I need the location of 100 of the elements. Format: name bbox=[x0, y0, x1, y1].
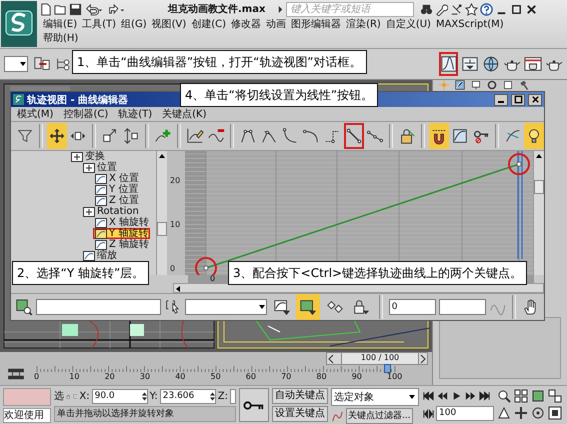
close-icon[interactable] bbox=[525, 2, 538, 16]
toolbar-button[interactable] bbox=[344, 123, 364, 150]
tree-item[interactable]: X 位置 bbox=[93, 173, 142, 184]
redo-icon[interactable] bbox=[106, 2, 126, 16]
tree-item[interactable]: 位置 bbox=[81, 162, 119, 174]
tree-item[interactable]: Y 轴旋转 bbox=[93, 228, 150, 240]
tree-item[interactable]: X 轴旋转 bbox=[93, 217, 152, 228]
satellite-icon[interactable] bbox=[450, 2, 464, 16]
close-button[interactable] bbox=[528, 94, 542, 106]
tree-item[interactable]: Y 位置 bbox=[93, 184, 140, 196]
menu-item[interactable]: 工具(T) bbox=[82, 18, 116, 32]
menu-item[interactable]: 编辑(E) bbox=[43, 18, 78, 32]
key-mode-dropdown[interactable]: 选定对象 bbox=[331, 388, 419, 406]
selection-filter-dropdown[interactable] bbox=[4, 56, 28, 72]
spinner-icon[interactable] bbox=[210, 390, 215, 402]
tree-item[interactable]: Rotation bbox=[81, 206, 141, 218]
menu-item[interactable]: 组(G) bbox=[121, 18, 147, 32]
lock-label: 选 bbox=[54, 390, 64, 403]
go-to-start-icon[interactable] bbox=[422, 390, 435, 400]
tree-item[interactable]: Z 轴旋转 bbox=[93, 239, 152, 250]
key-filters-button[interactable]: 关键点过滤器... bbox=[346, 408, 413, 424]
current-frame-field[interactable]: 100 bbox=[436, 406, 494, 421]
pan-icon[interactable] bbox=[514, 406, 528, 420]
toolbar-button[interactable] bbox=[439, 52, 458, 76]
maximize-viewport-icon[interactable] bbox=[548, 406, 562, 420]
toolbar-button[interactable] bbox=[428, 123, 449, 150]
selection-set-dropdown[interactable] bbox=[184, 299, 267, 315]
menu-item[interactable]: 图形编辑器 bbox=[291, 18, 342, 32]
menu-item[interactable]: 模式(M) bbox=[17, 107, 54, 122]
menu-item[interactable]: 自定义(U) bbox=[386, 18, 431, 32]
tangent-icon[interactable] bbox=[331, 410, 344, 422]
set-key-button[interactable] bbox=[239, 388, 269, 422]
app-logo-icon[interactable] bbox=[1, 1, 37, 47]
field-of-view-icon[interactable] bbox=[497, 406, 511, 420]
auto-key-button[interactable]: 自动关键点 bbox=[272, 388, 328, 404]
frame-field[interactable]: 0 bbox=[388, 299, 436, 315]
zoom-icon[interactable] bbox=[497, 389, 511, 403]
menu-item[interactable]: MAXScript(M) bbox=[436, 18, 504, 32]
key-point[interactable] bbox=[516, 162, 522, 167]
graph-scrollbar[interactable] bbox=[533, 151, 544, 276]
menu-item[interactable]: 动画 bbox=[266, 18, 286, 32]
color-swatch[interactable] bbox=[3, 388, 51, 406]
menu-item[interactable]: 关键点(K) bbox=[162, 107, 207, 122]
save-icon[interactable] bbox=[69, 2, 82, 16]
maximize-button[interactable] bbox=[511, 94, 525, 106]
key-mode-icon[interactable] bbox=[422, 408, 435, 418]
key-point[interactable] bbox=[204, 266, 208, 271]
hammer-icon[interactable] bbox=[519, 80, 529, 90]
search-field[interactable]: 键入关键字或短语 bbox=[286, 2, 414, 16]
toolbar-button[interactable] bbox=[296, 294, 320, 320]
square-icon[interactable] bbox=[503, 80, 513, 90]
previous-key-icon[interactable] bbox=[436, 390, 449, 400]
find-track-icon[interactable] bbox=[15, 298, 33, 316]
minimize-button[interactable] bbox=[494, 94, 508, 106]
toolbar-button[interactable] bbox=[46, 123, 68, 150]
time-slider-handle[interactable] bbox=[384, 364, 391, 373]
new-file-icon[interactable] bbox=[39, 2, 52, 16]
monitor-icon[interactable] bbox=[471, 80, 481, 90]
tree-scrollbar[interactable] bbox=[156, 151, 167, 276]
binoculars-icon[interactable] bbox=[420, 2, 434, 16]
next-key-icon[interactable] bbox=[464, 390, 477, 400]
folder-icon[interactable] bbox=[54, 2, 67, 16]
circle-icon[interactable] bbox=[487, 80, 497, 90]
z-coordinate-field[interactable] bbox=[230, 388, 236, 404]
toolbar-button[interactable] bbox=[524, 123, 544, 150]
scroll-left-icon[interactable] bbox=[174, 284, 182, 292]
y-coordinate-field[interactable]: 23.606 bbox=[160, 388, 216, 404]
orbit-icon[interactable] bbox=[531, 406, 545, 420]
set-key-mode-button[interactable]: 设置关键点 bbox=[272, 406, 328, 422]
menu-item[interactable]: 控制器(C) bbox=[63, 107, 108, 122]
menu-item[interactable]: 渲染(R) bbox=[346, 18, 381, 32]
previous-frame-icon[interactable] bbox=[327, 354, 335, 364]
timeline-toggle-icon[interactable] bbox=[6, 367, 26, 381]
menu-item[interactable]: 轨迹(T) bbox=[118, 107, 152, 122]
spinner-icon[interactable] bbox=[142, 390, 147, 402]
maximize-icon[interactable] bbox=[510, 2, 524, 16]
menu-item[interactable]: 修改器 bbox=[231, 18, 262, 32]
curve-icon[interactable] bbox=[455, 80, 465, 90]
curve-track-icon bbox=[95, 174, 107, 184]
next-frame-icon[interactable] bbox=[419, 354, 427, 364]
star-icon[interactable] bbox=[465, 2, 478, 16]
time-marker[interactable] bbox=[517, 151, 523, 260]
help-icon[interactable] bbox=[480, 2, 494, 16]
zoom-extents-all-icon[interactable] bbox=[548, 389, 562, 403]
menu-item[interactable]: 视图(V) bbox=[152, 18, 186, 32]
scroll-thumb[interactable] bbox=[157, 222, 167, 236]
tree-item[interactable]: Z 位置 bbox=[93, 195, 142, 206]
scroll-up-icon[interactable] bbox=[535, 152, 543, 160]
menu-item[interactable]: 帮助(H) bbox=[43, 32, 78, 46]
undo-icon[interactable] bbox=[84, 2, 104, 16]
zoom-all-icon[interactable] bbox=[514, 389, 528, 403]
menu-item[interactable]: 创建(C) bbox=[191, 18, 226, 32]
tree-item[interactable]: 缩放 bbox=[81, 250, 119, 262]
track-name-field[interactable] bbox=[36, 299, 161, 315]
scroll-thumb[interactable] bbox=[534, 180, 544, 194]
x-coordinate-field[interactable]: 90.0 bbox=[92, 388, 148, 404]
go-to-end-icon[interactable] bbox=[478, 390, 491, 400]
wrench-icon[interactable] bbox=[435, 2, 448, 16]
value-field[interactable] bbox=[438, 299, 486, 315]
zoom-extents-icon[interactable] bbox=[531, 389, 545, 403]
